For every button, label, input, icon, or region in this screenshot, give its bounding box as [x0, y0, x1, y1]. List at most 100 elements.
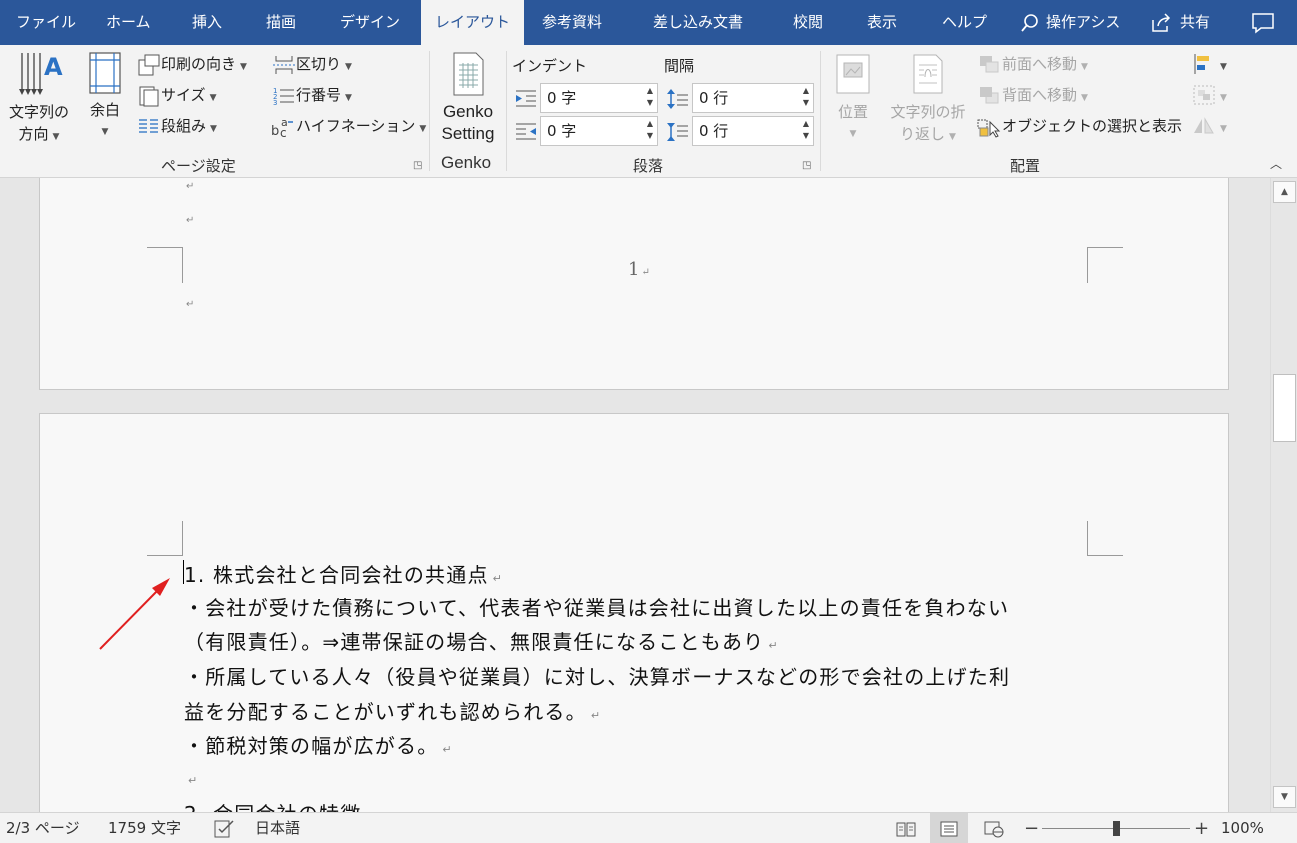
- columns-button[interactable]: 段組み ▼: [137, 115, 217, 138]
- tell-me-box[interactable]: 操作アシス: [1020, 0, 1120, 45]
- chevron-down-icon: ▼: [949, 132, 956, 142]
- word-count-status[interactable]: 1759 文字: [108, 813, 181, 843]
- group-objects-button[interactable]: ▼: [1192, 84, 1227, 106]
- document-line[interactable]: ・会社が受けた債務について、代表者や従業員は会社に出資した以上の責任を負わない: [184, 592, 1009, 621]
- spacing-after-value: 0 行: [699, 122, 729, 140]
- page-size-icon: [139, 86, 159, 106]
- zoom-in-button[interactable]: +: [1194, 813, 1209, 843]
- wrap-text-label-1: 文字列の折: [890, 103, 966, 121]
- language-status[interactable]: 日本語: [255, 813, 300, 843]
- chevron-down-icon: ▼: [101, 127, 109, 137]
- scroll-down-button[interactable]: ▼: [1273, 786, 1296, 808]
- position-button[interactable]: 位置 ▼: [830, 53, 876, 145]
- tab-help[interactable]: ヘルプ: [942, 0, 987, 45]
- chevron-down-icon: ▼: [209, 93, 217, 103]
- spacing-header: 間隔: [664, 57, 695, 75]
- share-button[interactable]: 共有: [1150, 0, 1210, 45]
- indent-left-value: 0 字: [547, 89, 577, 107]
- spacing-before-input[interactable]: 0 行 ▲ ▼: [692, 83, 814, 113]
- rotate-button[interactable]: ▼: [1192, 115, 1227, 137]
- spinner-arrows-icon[interactable]: ▲ ▼: [647, 118, 653, 142]
- tab-design[interactable]: デザイン: [340, 0, 400, 45]
- line-text: ・所属している人々（役員や従業員）に対し、決算ボーナスなどの形で会社の上げた利: [184, 665, 1011, 689]
- page-count-status[interactable]: 2/3 ページ: [6, 813, 80, 843]
- comments-button[interactable]: [1251, 0, 1275, 45]
- orientation-button[interactable]: 印刷の向き ▼: [137, 53, 247, 76]
- zoom-slider[interactable]: [1042, 821, 1190, 836]
- paragraph-mark: ↵: [186, 215, 195, 226]
- text-direction-button[interactable]: A 文字列の 方向 ▼: [6, 49, 72, 148]
- document-line[interactable]: （有限責任）。⇒連帯保証の場合、無限責任になることもあり ↵: [184, 626, 779, 655]
- svg-text:a: a: [281, 116, 288, 129]
- document-line[interactable]: ・所属している人々（役員や従業員）に対し、決算ボーナスなどの形で会社の上げた利: [184, 661, 1010, 690]
- svg-text:b: b: [271, 124, 279, 138]
- hyphenation-button[interactable]: b c a ハイフネーション ▼: [270, 115, 426, 138]
- size-label: サイズ: [161, 86, 206, 104]
- orientation-icon: [138, 54, 160, 75]
- chevron-down-icon: ▼: [52, 132, 60, 142]
- bring-forward-button[interactable]: 前面へ移動 ▼: [978, 53, 1088, 76]
- svg-text:A: A: [44, 53, 63, 81]
- line-numbers-button[interactable]: 1 2 3 行番号 ▼: [272, 84, 352, 107]
- breaks-button[interactable]: 区切り ▼: [272, 53, 352, 76]
- scrollbar-thumb[interactable]: [1273, 374, 1296, 442]
- spacing-before-icon: [667, 89, 688, 109]
- tab-file[interactable]: ファイル: [16, 0, 76, 45]
- spinner-arrows-icon[interactable]: ▲ ▼: [803, 118, 809, 142]
- print-layout-button[interactable]: [930, 813, 968, 843]
- tab-references[interactable]: 参考資料: [542, 0, 602, 45]
- proofing-icon: [214, 819, 234, 837]
- indent-right-input[interactable]: 0 字 ▲ ▼: [540, 116, 658, 146]
- tab-insert[interactable]: 挿入: [192, 0, 222, 45]
- read-mode-button[interactable]: [887, 813, 925, 843]
- document-line[interactable]: 2. 合同会社の特徴: [184, 798, 361, 812]
- genko-setting-icon: [453, 52, 484, 96]
- zoom-out-button[interactable]: −: [1024, 813, 1039, 843]
- size-button[interactable]: サイズ ▼: [137, 84, 216, 107]
- spinner-arrows-icon[interactable]: ▲ ▼: [803, 85, 809, 109]
- spacing-after-input[interactable]: 0 行 ▲ ▼: [692, 116, 814, 146]
- send-backward-button[interactable]: 背面へ移動 ▼: [978, 84, 1088, 107]
- group-objects-icon: [1193, 85, 1215, 105]
- align-icon: [1194, 54, 1209, 74]
- tab-draw[interactable]: 描画: [266, 0, 296, 45]
- orientation-label: 印刷の向き: [161, 55, 237, 73]
- zoom-level[interactable]: 100%: [1221, 813, 1264, 843]
- document-line[interactable]: ・節税対策の幅が広がる。 ↵: [184, 730, 453, 759]
- vertical-scrollbar[interactable]: ▲ ▼: [1270, 178, 1297, 812]
- web-layout-button[interactable]: [975, 813, 1013, 843]
- proofing-status[interactable]: [213, 813, 237, 843]
- document-line[interactable]: ↵: [184, 765, 198, 789]
- tab-home[interactable]: ホーム: [106, 0, 151, 45]
- crop-mark: [1087, 247, 1123, 283]
- margins-button[interactable]: 余白 ▼: [84, 51, 126, 143]
- page-setup-dialog-launcher-icon[interactable]: ◳: [413, 160, 422, 171]
- tab-review[interactable]: 校閲: [793, 0, 823, 45]
- zoom-slider-thumb[interactable]: [1113, 821, 1120, 836]
- position-icon: [836, 54, 870, 94]
- indent-left-input[interactable]: 0 字 ▲ ▼: [540, 83, 658, 113]
- selection-pane-button[interactable]: オブジェクトの選択と表示: [976, 115, 1182, 138]
- spinner-arrows-icon[interactable]: ▲ ▼: [647, 85, 653, 109]
- collapse-ribbon-icon[interactable]: ︿: [1270, 155, 1282, 172]
- indent-right-icon: [516, 123, 536, 140]
- document-line[interactable]: 1. 株式会社と合同会社の共通点 ↵: [184, 559, 503, 588]
- line-text: 1. 株式会社と合同会社の共通点: [184, 563, 489, 587]
- document-line[interactable]: 益を分配することがいずれも認められる。 ↵: [184, 696, 601, 725]
- paragraph-dialog-launcher-icon[interactable]: ◳: [802, 160, 811, 171]
- ribbon-tab-bar: ファイル ホーム 挿入 描画 デザイン レイアウト 参考資料 差し込み文書 校閲…: [0, 0, 1297, 45]
- wrap-text-button[interactable]: 文字列の折 り返し ▼: [884, 53, 972, 148]
- tab-layout[interactable]: レイアウト: [421, 0, 525, 45]
- document-canvas[interactable]: ↵ ↵ 1 ↵ ↵ 1. 株式会社と合同会社の共通点 ↵ ・会社が受けた債務について…: [0, 178, 1270, 812]
- indent-right-value: 0 字: [547, 122, 577, 140]
- tab-view[interactable]: 表示: [867, 0, 897, 45]
- scroll-up-button[interactable]: ▲: [1273, 181, 1296, 203]
- align-button[interactable]: ▼: [1192, 53, 1227, 75]
- text-direction-label-2: 方向: [18, 125, 49, 143]
- position-label: 位置: [837, 103, 868, 121]
- hyphenation-icon: b ca: [271, 116, 293, 138]
- tab-mailings[interactable]: 差し込み文書: [653, 0, 743, 45]
- chevron-down-icon: ▼: [1220, 123, 1227, 134]
- text-direction-icon: A: [19, 53, 63, 95]
- genko-setting-button[interactable]: Genko Setting: [434, 51, 502, 145]
